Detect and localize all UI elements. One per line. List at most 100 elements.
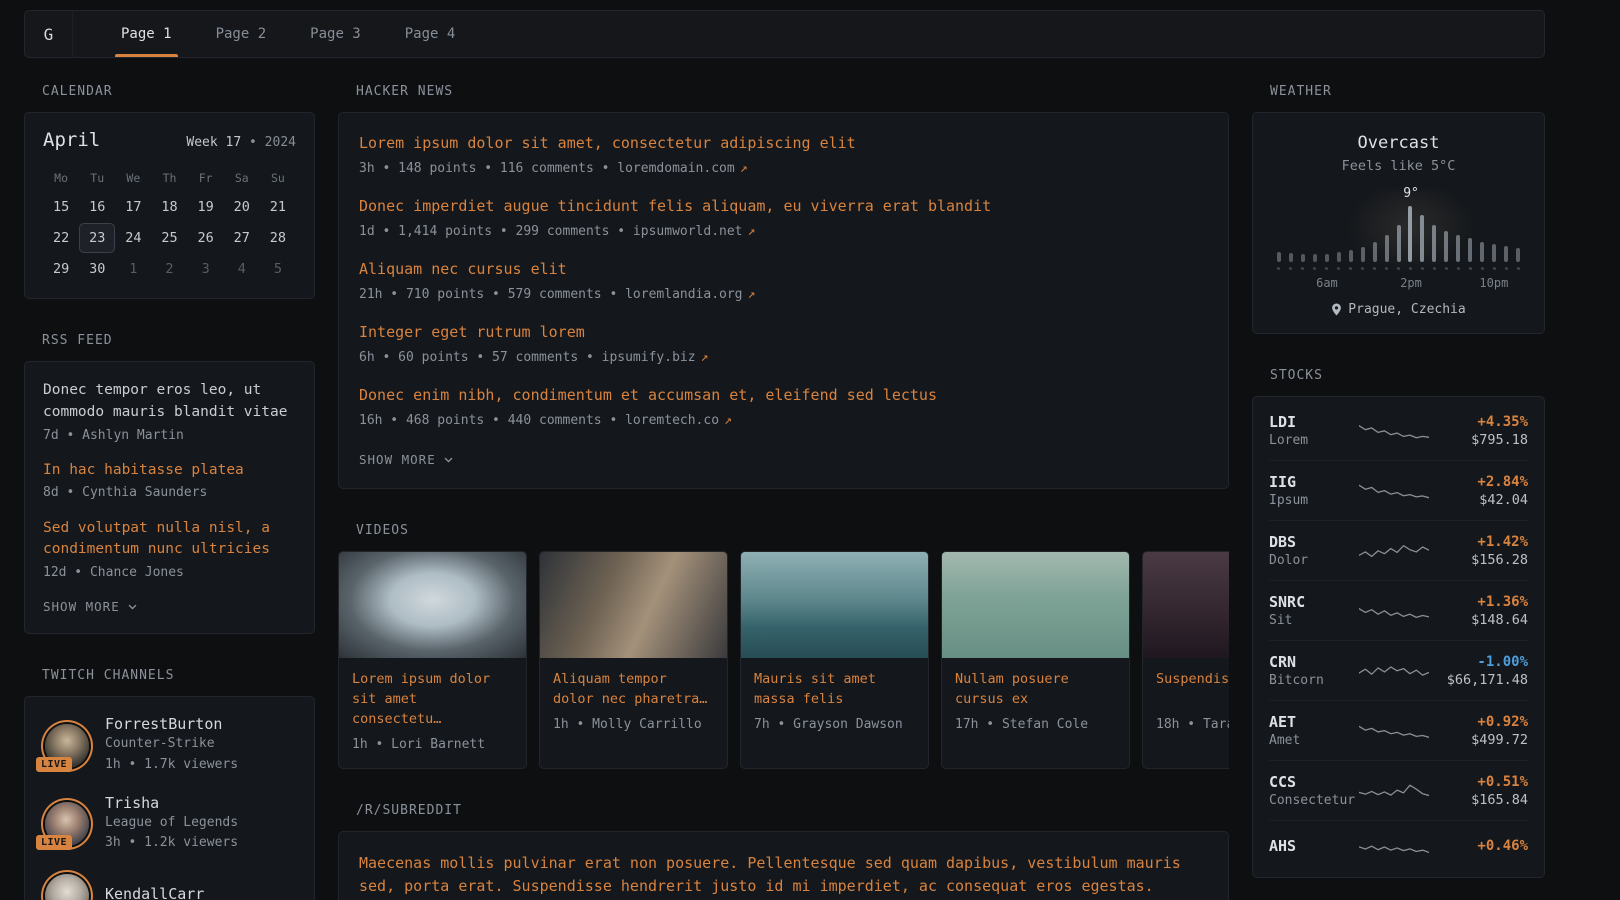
twitch-channel[interactable]: KendallCarr bbox=[43, 872, 296, 900]
calendar-day[interactable]: 22 bbox=[43, 223, 79, 253]
sparkline-path bbox=[1359, 545, 1429, 556]
calendar-day-next-month[interactable]: 1 bbox=[115, 254, 151, 284]
video-thumbnail[interactable] bbox=[741, 552, 928, 658]
stock-row[interactable]: IIG Ipsum +2.84% $42.04 bbox=[1269, 460, 1528, 520]
calendar-day[interactable]: 25 bbox=[151, 223, 187, 253]
stock-sparkline bbox=[1359, 717, 1429, 745]
weather-hour-column bbox=[1500, 206, 1512, 270]
weather-hour-dot bbox=[1373, 267, 1376, 270]
video-meta: 17h • Stefan Cole bbox=[955, 716, 1116, 734]
video-card[interactable]: Nullam posuere cursus ex 17h • Stefan Co… bbox=[941, 551, 1130, 769]
hn-item: Lorem ipsum dolor sit amet, consectetur … bbox=[359, 133, 1208, 178]
stock-ticker: DBS bbox=[1269, 533, 1349, 551]
hn-item-link[interactable]: Donec enim nibh, condimentum et accumsan… bbox=[359, 385, 1208, 407]
video-thumbnail[interactable] bbox=[942, 552, 1129, 658]
calendar-day[interactable]: 27 bbox=[224, 223, 260, 253]
stock-row[interactable]: LDI Lorem +4.35% $795.18 bbox=[1269, 401, 1528, 460]
video-body: Lorem ipsum dolor sit amet consectetu… 1… bbox=[339, 658, 526, 768]
weather-hour-bars bbox=[1273, 206, 1524, 270]
weather-hour-column bbox=[1452, 206, 1464, 270]
weather-hour-dot bbox=[1277, 267, 1280, 270]
twitch-channel[interactable]: LIVE Trisha League of Legends 3h • 1.2k … bbox=[43, 794, 296, 852]
calendar-day[interactable]: 21 bbox=[260, 192, 296, 222]
video-card[interactable]: Aliquam tempor dolor nec pharetra… 1h • … bbox=[539, 551, 728, 769]
sparkline-path bbox=[1359, 608, 1429, 617]
calendar-day[interactable]: 26 bbox=[188, 223, 224, 253]
video-card[interactable]: Suspendisse diam 18h • Tara bbox=[1142, 551, 1229, 769]
external-link-icon[interactable]: ↗ bbox=[740, 161, 748, 176]
hn-item-link[interactable]: Lorem ipsum dolor sit amet, consectetur … bbox=[359, 133, 1208, 155]
video-title-link[interactable]: Lorem ipsum dolor sit amet consectetu… bbox=[352, 669, 513, 730]
stock-row[interactable]: SNRC Sit +1.36% $148.64 bbox=[1269, 580, 1528, 640]
hackernews-card: Lorem ipsum dolor sit amet, consectetur … bbox=[338, 112, 1229, 489]
stock-row[interactable]: AHS +0.46% bbox=[1269, 820, 1528, 873]
video-thumbnail[interactable] bbox=[540, 552, 727, 658]
calendar-year: • 2024 bbox=[249, 135, 296, 150]
tab-page-1[interactable]: Page 1 bbox=[99, 11, 194, 57]
calendar-day-next-month[interactable]: 5 bbox=[260, 254, 296, 284]
video-title-link[interactable]: Nullam posuere cursus ex bbox=[955, 669, 1116, 710]
twitch-channel[interactable]: LIVE ForrestBurton Counter-Strike 1h • 1… bbox=[43, 715, 296, 773]
stock-values: +0.51% $165.84 bbox=[1439, 774, 1528, 808]
video-title-link[interactable]: Aliquam tempor dolor nec pharetra… bbox=[553, 669, 714, 710]
external-link-icon[interactable]: ↗ bbox=[748, 224, 756, 239]
stock-id: SNRC Sit bbox=[1269, 593, 1349, 628]
video-thumbnail[interactable] bbox=[339, 552, 526, 658]
tab-page-4[interactable]: Page 4 bbox=[383, 11, 478, 57]
rss-card: Donec tempor eros leo, ut commodo mauris… bbox=[24, 361, 315, 634]
video-title-link[interactable]: Mauris sit amet massa felis bbox=[754, 669, 915, 710]
external-link-icon[interactable]: ↗ bbox=[748, 287, 756, 302]
calendar-day[interactable]: 30 bbox=[79, 254, 115, 284]
hn-show-more-button[interactable]: SHOW MORE bbox=[359, 452, 454, 467]
rss-item-link[interactable]: In hac habitasse platea bbox=[43, 460, 296, 482]
calendar-day[interactable]: 16 bbox=[79, 192, 115, 222]
stock-row[interactable]: AET Amet +0.92% $499.72 bbox=[1269, 700, 1528, 760]
calendar-day[interactable]: 18 bbox=[151, 192, 187, 222]
stock-change: +0.92% bbox=[1439, 714, 1528, 730]
sparkline-path bbox=[1359, 485, 1429, 498]
stock-price: $156.28 bbox=[1439, 552, 1528, 568]
stock-row[interactable]: CCS Consectetur +0.51% $165.84 bbox=[1269, 760, 1528, 820]
stock-ticker: CCS bbox=[1269, 773, 1349, 791]
weather-temp-bar bbox=[1349, 250, 1353, 262]
stock-values: +4.35% $795.18 bbox=[1439, 414, 1528, 448]
calendar-day-next-month[interactable]: 4 bbox=[224, 254, 260, 284]
video-title-link[interactable]: Suspendisse diam bbox=[1156, 669, 1229, 709]
subreddit-post-link[interactable]: Maecenas mollis pulvinar erat non posuer… bbox=[359, 852, 1208, 899]
rss-item-link[interactable]: Donec tempor eros leo, ut commodo mauris… bbox=[43, 380, 296, 424]
hn-item-link[interactable]: Aliquam nec cursus elit bbox=[359, 259, 1208, 281]
rss-item-link[interactable]: Sed volutpat nulla nisl, a condimentum n… bbox=[43, 518, 296, 562]
calendar-day-next-month[interactable]: 2 bbox=[151, 254, 187, 284]
calendar-day[interactable]: 28 bbox=[260, 223, 296, 253]
calendar-day[interactable]: 19 bbox=[188, 192, 224, 222]
stocks-widget: STOCKS LDI Lorem +4.35% $795.18 bbox=[1252, 368, 1545, 878]
weather-hour-column bbox=[1512, 206, 1524, 270]
rss-show-more-button[interactable]: SHOW MORE bbox=[43, 599, 138, 614]
hn-item-link[interactable]: Integer eget rutrum lorem bbox=[359, 322, 1208, 344]
stock-price: $42.04 bbox=[1439, 492, 1528, 508]
calendar-day[interactable]: 29 bbox=[43, 254, 79, 284]
stock-row[interactable]: DBS Dolor +1.42% $156.28 bbox=[1269, 520, 1528, 580]
video-meta: 18h • Tara bbox=[1156, 716, 1229, 734]
weather-temp-bar bbox=[1504, 246, 1508, 262]
weather-hour-dot bbox=[1325, 267, 1328, 270]
tab-page-3[interactable]: Page 3 bbox=[288, 11, 383, 57]
calendar-day[interactable]: 17 bbox=[115, 192, 151, 222]
video-thumbnail[interactable] bbox=[1143, 552, 1229, 658]
calendar-day[interactable]: 24 bbox=[115, 223, 151, 253]
external-link-icon[interactable]: ↗ bbox=[701, 350, 709, 365]
live-badge: LIVE bbox=[36, 757, 72, 772]
calendar-day[interactable]: 15 bbox=[43, 192, 79, 222]
app-logo[interactable]: G bbox=[25, 11, 73, 57]
tab-page-2[interactable]: Page 2 bbox=[194, 11, 289, 57]
video-card[interactable]: Mauris sit amet massa felis 7h • Grayson… bbox=[740, 551, 929, 769]
video-card[interactable]: Lorem ipsum dolor sit amet consectetu… 1… bbox=[338, 551, 527, 769]
external-link-icon[interactable]: ↗ bbox=[724, 413, 732, 428]
calendar-day[interactable]: 20 bbox=[224, 192, 260, 222]
sparkline-path bbox=[1359, 726, 1429, 737]
hn-item-link[interactable]: Donec imperdiet augue tincidunt felis al… bbox=[359, 196, 1208, 218]
calendar-day-next-month[interactable]: 3 bbox=[188, 254, 224, 284]
calendar-day-selected[interactable]: 23 bbox=[79, 223, 115, 253]
stock-row[interactable]: CRN Bitcorn -1.00% $66,171.48 bbox=[1269, 640, 1528, 700]
weather-temp-bar bbox=[1408, 206, 1412, 262]
